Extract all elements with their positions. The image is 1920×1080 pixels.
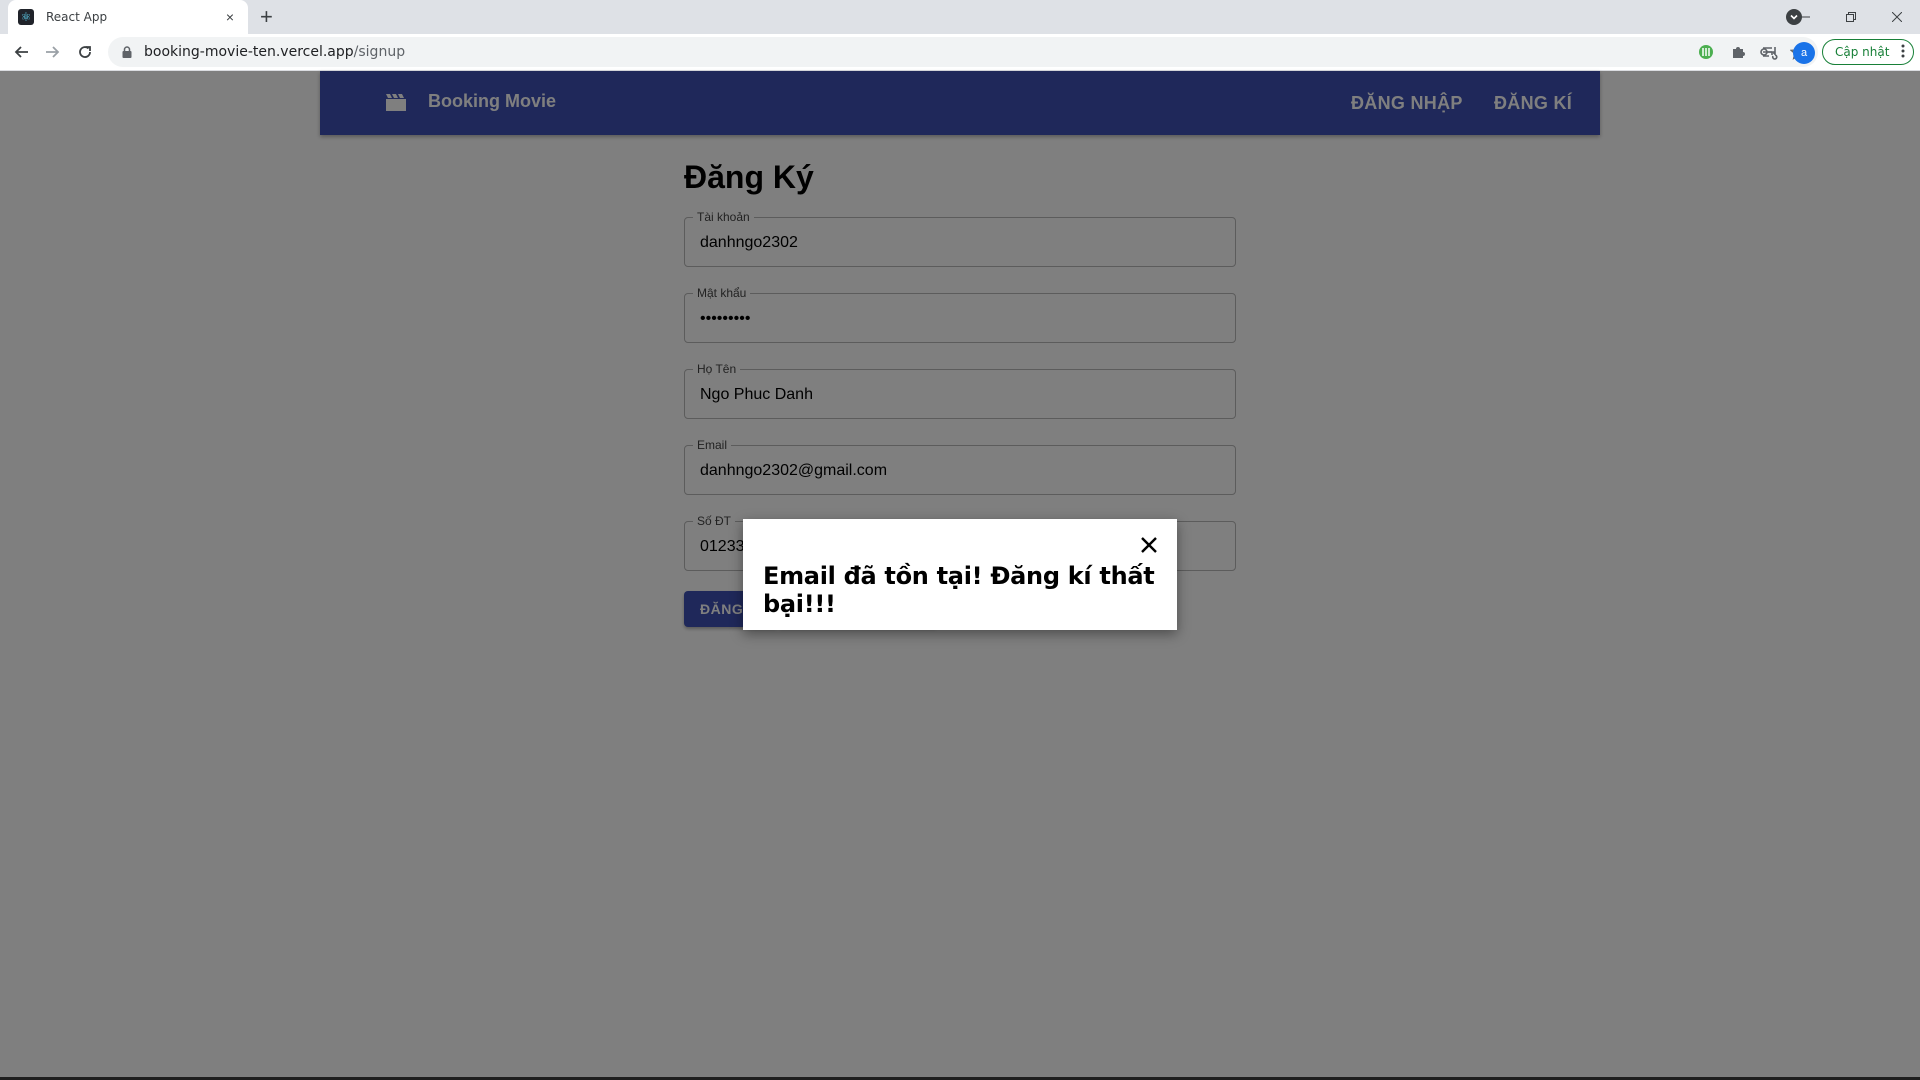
update-label: Cập nhật <box>1835 45 1890 59</box>
extension-green-icon[interactable] <box>1696 42 1716 62</box>
error-message: Email đã tồn tại! Đăng kí thất bại!!! <box>763 562 1155 618</box>
back-arrow-icon[interactable] <box>12 42 32 62</box>
forward-arrow-icon[interactable] <box>42 42 62 62</box>
kebab-menu-icon[interactable] <box>1901 44 1905 61</box>
browser-tabstrip: ⚛ React App × + <box>0 0 1920 34</box>
reading-list-icon[interactable] <box>1760 42 1780 62</box>
lock-icon[interactable] <box>120 45 134 59</box>
browser-tab[interactable]: ⚛ React App × <box>8 0 248 34</box>
tab-title: React App <box>46 10 108 24</box>
url-host: booking-movie-ten.vercel.app <box>144 44 354 60</box>
browser-toolbar: booking-movie-ten.vercel.app/signup <box>0 34 1920 71</box>
profile-avatar[interactable]: a <box>1793 42 1815 64</box>
minimize-icon[interactable] <box>1782 0 1828 34</box>
url-path: /signup <box>353 44 406 60</box>
error-dialog: Email đã tồn tại! Đăng kí thất bại!!! <box>743 519 1177 630</box>
close-window-icon[interactable] <box>1874 0 1920 34</box>
new-tab-button[interactable]: + <box>260 5 273 29</box>
tab-close-icon[interactable]: × <box>222 9 238 25</box>
url-text: booking-movie-ten.vercel.app/signup <box>144 44 405 60</box>
window-controls <box>1782 0 1920 34</box>
extensions-puzzle-icon[interactable] <box>1728 42 1748 62</box>
address-bar[interactable]: booking-movie-ten.vercel.app/signup <box>108 37 1818 67</box>
close-icon[interactable] <box>1139 535 1159 555</box>
reload-icon[interactable] <box>75 42 95 62</box>
restore-icon[interactable] <box>1828 0 1874 34</box>
chrome-update-button[interactable]: Cập nhật <box>1822 39 1914 65</box>
react-favicon-icon: ⚛ <box>18 9 34 25</box>
